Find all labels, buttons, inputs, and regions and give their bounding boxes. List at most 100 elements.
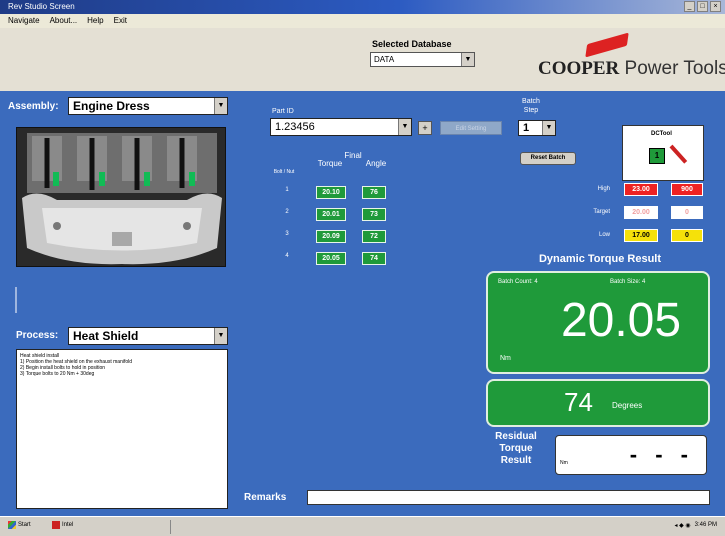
torque-value: 20.05 <box>560 294 682 347</box>
start-label: Start <box>18 522 31 528</box>
database-value: DATA <box>374 55 395 64</box>
high-label: High <box>597 186 610 192</box>
final-torque-cell: 20.10 <box>316 186 346 199</box>
residual-unit: Nm <box>560 460 568 466</box>
torque-unit: Nm <box>500 355 511 362</box>
main-panel: Assembly: Engine Dress ▼ Process: Heat S… <box>0 91 725 516</box>
bolt-number: 3 <box>285 231 289 237</box>
process-label: Process: <box>16 330 59 341</box>
taskbar: Start Intel ◂ ◆ ◉ 3:46 PM <box>0 516 725 536</box>
title-bar: Rev Studio Screen _ □ × <box>0 0 725 14</box>
high-angle-value: 900 <box>671 183 703 196</box>
divider <box>15 287 17 313</box>
angle-unit: Degrees <box>612 401 643 410</box>
final-torque-cell: 20.05 <box>316 252 346 265</box>
chevron-down-icon[interactable]: ▼ <box>461 53 474 66</box>
final-angle-cell: 74 <box>362 252 386 265</box>
window-controls: _ □ × <box>684 1 721 12</box>
system-tray: ◂ ◆ ◉ 3:46 PM <box>674 522 717 529</box>
final-torque-cell: 20.09 <box>316 230 346 243</box>
residual-label: Residual Torque Result <box>495 431 537 466</box>
angle-result-panel: 74 Degrees <box>486 379 710 427</box>
menu-exit[interactable]: Exit <box>114 14 127 28</box>
low-label: Low <box>598 232 610 238</box>
assembly-photo <box>16 127 226 267</box>
process-select[interactable]: Heat Shield ▼ <box>68 327 228 345</box>
edit-setting-button[interactable]: Edit Setting <box>440 121 502 135</box>
taskbar-separator <box>170 520 171 534</box>
wrench-icon <box>669 144 688 164</box>
menu-navigate[interactable]: Navigate <box>8 14 40 28</box>
reset-batch-button[interactable]: Reset Batch <box>520 152 576 165</box>
angle-header: Angle <box>365 159 387 168</box>
limits-torque-header: Torque <box>624 168 650 177</box>
remarks-label: Remarks <box>244 492 287 503</box>
residual-result-box: Nm - - - <box>555 435 707 475</box>
final-angle-cell: 72 <box>362 230 386 243</box>
low-torque-value: 17.00 <box>624 229 658 242</box>
high-torque-value: 23.00 <box>624 183 658 196</box>
taskbar-item-label: Intel <box>62 522 74 528</box>
database-select[interactable]: DATA ▼ <box>370 52 475 67</box>
bolt-number: 4 <box>285 253 289 259</box>
dynamic-torque-title: Dynamic Torque Result <box>538 253 662 265</box>
part-id-label: Part ID <box>272 108 294 115</box>
app-window: Rev Studio Screen _ □ × Navigate About..… <box>0 0 725 536</box>
windows-flag-icon <box>8 521 16 529</box>
target-label: Target <box>593 209 610 215</box>
header: Selected Database DATA ▼ COOPER Power To… <box>0 28 725 91</box>
final-angle-cell: 73 <box>362 208 386 221</box>
low-angle-value: 0 <box>671 229 703 242</box>
logo-text: COOPER Power Tools <box>538 58 725 79</box>
menu-bar: Navigate About... Help Exit <box>0 14 725 28</box>
final-angle-cell: 76 <box>362 186 386 199</box>
minimize-button[interactable]: _ <box>684 1 695 12</box>
limits-angle-header: Angle <box>674 168 696 177</box>
app-icon <box>52 521 60 529</box>
tool-number: 1 <box>649 148 665 164</box>
menu-about[interactable]: About... <box>50 14 78 28</box>
assembly-value: Engine Dress <box>73 99 150 113</box>
chevron-down-icon[interactable]: ▼ <box>214 98 227 114</box>
chevron-down-icon[interactable]: ▼ <box>398 119 411 135</box>
bolt-number: 1 <box>285 187 289 193</box>
clock: 3:46 PM <box>694 522 717 528</box>
add-part-button[interactable]: + <box>418 121 432 135</box>
batch-size: Batch Size: 4 <box>610 279 646 285</box>
torque-result-panel: Batch Count: 4 Batch Size: 4 20.05 Nm <box>486 271 710 374</box>
bolt-header: Bolt / Nut <box>273 169 295 175</box>
close-button[interactable]: × <box>710 1 721 12</box>
chevron-down-icon[interactable]: ▼ <box>214 328 227 344</box>
batch-count: Batch Count: 4 <box>498 279 538 285</box>
assembly-label: Assembly: <box>8 101 59 112</box>
window-title: Rev Studio Screen <box>8 2 75 11</box>
final-torque-cell: 20.01 <box>316 208 346 221</box>
target-torque-value: 20.00 <box>624 206 658 219</box>
chevron-down-icon[interactable]: ▼ <box>542 121 555 135</box>
taskbar-item[interactable]: Intel <box>52 521 73 529</box>
cooper-logo: COOPER Power Tools <box>538 32 725 82</box>
batch-step-select[interactable]: 1 ▼ <box>518 120 556 136</box>
database-label: Selected Database <box>372 39 452 49</box>
angle-value: 74 <box>564 387 593 417</box>
menu-help[interactable]: Help <box>87 14 103 28</box>
tray-icons: ◂ ◆ ◉ <box>674 523 691 529</box>
engine-image <box>17 128 225 266</box>
assembly-select[interactable]: Engine Dress ▼ <box>68 97 228 115</box>
batch-step-value: 1 <box>523 122 530 134</box>
bolt-number: 2 <box>285 209 289 215</box>
torque-header: Torque <box>317 159 343 168</box>
instruction-line: 3) Torque bolts to 20 Nm + 30deg <box>20 371 95 377</box>
process-value: Heat Shield <box>73 329 139 343</box>
tool-name: DCTool <box>651 131 672 137</box>
part-id-value: 1.23456 <box>275 121 315 133</box>
logo-swoosh-icon <box>585 32 629 58</box>
process-instructions[interactable]: Heat shield install 1) Position the heat… <box>16 349 228 509</box>
residual-value: - - - <box>629 442 694 467</box>
remarks-input[interactable] <box>307 490 710 505</box>
maximize-button[interactable]: □ <box>697 1 708 12</box>
target-angle-value: 0 <box>671 206 703 219</box>
batch-step-label: Batch Step <box>522 98 540 114</box>
start-button[interactable]: Start <box>8 521 31 529</box>
part-id-select[interactable]: 1.23456 ▼ <box>270 118 412 136</box>
